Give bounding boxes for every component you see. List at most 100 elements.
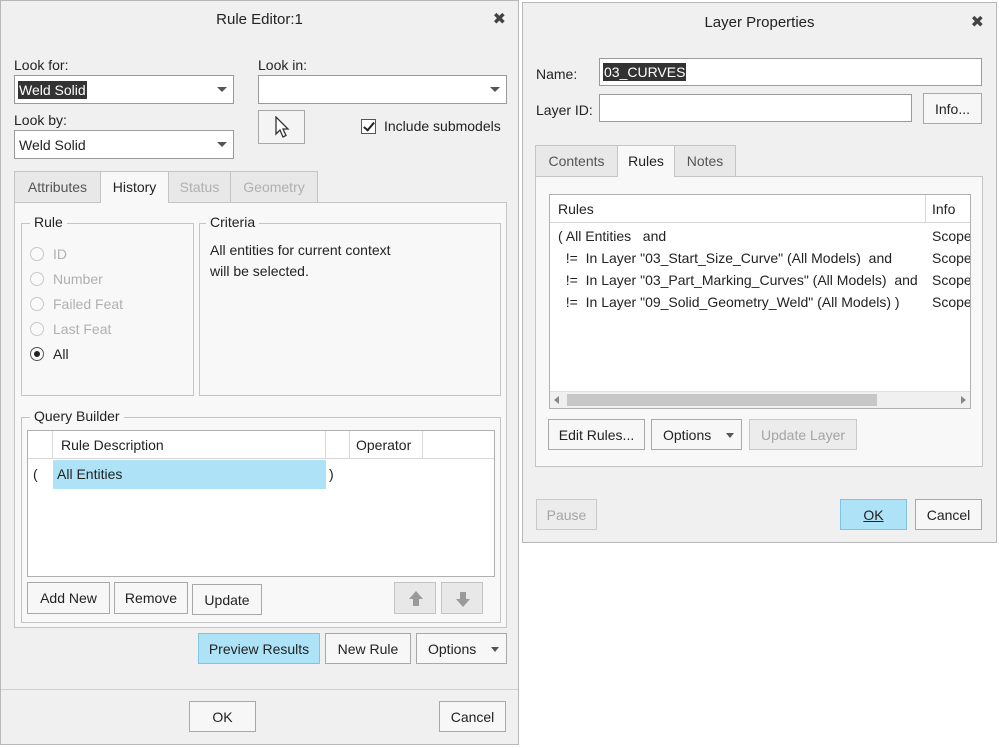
rule-editor-dialog: Rule Editor:1 ✖ Look for: Weld Solid Loo… bbox=[0, 0, 519, 745]
layer-properties-titlebar: Layer Properties ✖ bbox=[523, 3, 996, 43]
scrollbar-thumb[interactable] bbox=[567, 394, 877, 406]
options-label: Options bbox=[428, 640, 477, 657]
add-new-button[interactable]: Add New bbox=[27, 582, 110, 614]
query-table-header: Rule Description Operator bbox=[28, 431, 494, 459]
tab-notes[interactable]: Notes bbox=[674, 145, 736, 176]
ok-button[interactable]: OK bbox=[189, 701, 256, 732]
radio-label: Last Feat bbox=[53, 321, 112, 337]
layer-id-input[interactable] bbox=[599, 94, 912, 122]
rule-cell: ( All Entities and bbox=[558, 228, 667, 244]
close-icon[interactable]: ✖ bbox=[493, 1, 506, 39]
chevron-down-icon[interactable] bbox=[211, 131, 233, 158]
table-row[interactable]: != In Layer "03_Part_Marking_Curves" (Al… bbox=[550, 269, 970, 291]
query-builder-group: Query Builder Rule Description Operator … bbox=[21, 408, 501, 623]
column-header-info: Info bbox=[932, 201, 956, 217]
radio-label: Number bbox=[53, 271, 103, 287]
tab-rules[interactable]: Rules bbox=[617, 145, 675, 177]
rule-group-title: Rule bbox=[30, 214, 67, 230]
close-paren: ) bbox=[329, 466, 334, 482]
rule-editor-titlebar: Rule Editor:1 ✖ bbox=[1, 1, 518, 39]
look-by-value: Weld Solid bbox=[19, 137, 86, 153]
new-rule-button[interactable]: New Rule bbox=[325, 633, 411, 664]
query-table: Rule Description Operator ( All Entities… bbox=[27, 430, 495, 577]
column-header-rule-description: Rule Description bbox=[53, 431, 326, 459]
table-row[interactable]: ( All Entities and Scope bbox=[550, 225, 970, 247]
tab-notes-label: Notes bbox=[686, 153, 724, 169]
column-header-blank bbox=[28, 431, 53, 459]
close-icon[interactable]: ✖ bbox=[971, 3, 984, 43]
table-row[interactable]: ( All Entities ) bbox=[28, 460, 494, 489]
cancel-button[interactable]: Cancel bbox=[439, 701, 506, 732]
arrow-down-icon bbox=[456, 592, 470, 607]
radio-label: Failed Feat bbox=[53, 296, 124, 312]
look-for-select[interactable]: Weld Solid bbox=[14, 75, 234, 104]
rule-editor-title: Rule Editor:1 bbox=[216, 11, 303, 28]
name-input[interactable]: 03_CURVES bbox=[599, 58, 982, 86]
cancel-label: Cancel bbox=[926, 506, 971, 523]
ok-label: OK bbox=[863, 506, 884, 523]
criteria-group-title: Criteria bbox=[206, 214, 260, 230]
tab-status[interactable]: Status bbox=[168, 171, 231, 202]
radio-number[interactable]: Number bbox=[30, 269, 103, 289]
tab-contents[interactable]: Contents bbox=[535, 145, 618, 176]
radio-last-feat[interactable]: Last Feat bbox=[30, 319, 111, 339]
radio-id[interactable]: ID bbox=[30, 244, 67, 264]
chevron-down-icon[interactable] bbox=[211, 76, 233, 103]
criteria-text-line1: All entities for current context bbox=[210, 242, 391, 258]
tab-history-label: History bbox=[112, 179, 157, 195]
look-by-label: Look by: bbox=[14, 112, 67, 128]
rules-table-header: Rules Info bbox=[550, 195, 970, 223]
horizontal-scrollbar[interactable] bbox=[550, 391, 970, 408]
remove-button[interactable]: Remove bbox=[114, 582, 188, 614]
scroll-right-icon[interactable] bbox=[961, 396, 966, 404]
chevron-down-icon[interactable] bbox=[484, 76, 506, 103]
radio-label: All bbox=[53, 346, 69, 362]
pause-button[interactable]: Pause bbox=[536, 499, 597, 530]
select-pointer-button[interactable] bbox=[258, 110, 305, 144]
preview-results-button[interactable]: Preview Results bbox=[198, 633, 320, 664]
scroll-left-icon[interactable] bbox=[554, 396, 559, 404]
move-up-button[interactable] bbox=[394, 582, 436, 614]
open-paren: ( bbox=[33, 466, 38, 482]
layer-properties-title: Layer Properties bbox=[704, 14, 815, 31]
info-cell: Scope bbox=[932, 294, 970, 310]
name-label: Name: bbox=[536, 66, 578, 82]
name-value: 03_CURVES bbox=[603, 63, 687, 81]
cursor-arrow-icon bbox=[274, 116, 290, 138]
info-button[interactable]: Info... bbox=[923, 93, 982, 124]
include-submodels-label: Include submodels bbox=[384, 118, 501, 134]
rule-cell: != In Layer "09_Solid_Geometry_Weld" (Al… bbox=[558, 294, 900, 310]
radio-button[interactable] bbox=[30, 247, 44, 261]
look-in-select[interactable] bbox=[258, 75, 507, 104]
table-row[interactable]: != In Layer "09_Solid_Geometry_Weld" (Al… bbox=[550, 291, 970, 313]
chevron-down-icon bbox=[491, 647, 499, 652]
options-label: Options bbox=[663, 426, 712, 443]
move-down-button[interactable] bbox=[441, 582, 483, 614]
table-row[interactable]: != In Layer "03_Start_Size_Curve" (All M… bbox=[550, 247, 970, 269]
tab-history[interactable]: History bbox=[100, 171, 169, 203]
radio-failed-feat[interactable]: Failed Feat bbox=[30, 294, 123, 314]
radio-all[interactable]: All bbox=[30, 344, 69, 364]
criteria-text-line2: will be selected. bbox=[210, 263, 309, 279]
tab-attributes[interactable]: Attributes bbox=[14, 171, 101, 202]
tab-geometry-label: Geometry bbox=[243, 179, 305, 195]
info-cell: Scope bbox=[932, 272, 970, 288]
edit-rules-button[interactable]: Edit Rules... bbox=[548, 419, 645, 450]
look-by-select[interactable]: Weld Solid bbox=[14, 130, 234, 159]
layer-ok-button[interactable]: OK bbox=[840, 499, 907, 530]
update-button[interactable]: Update bbox=[192, 584, 262, 615]
layer-cancel-button[interactable]: Cancel bbox=[915, 499, 982, 530]
column-header-blank2 bbox=[326, 431, 350, 459]
radio-button-selected[interactable] bbox=[30, 347, 44, 361]
include-submodels-checkbox[interactable] bbox=[361, 119, 376, 134]
radio-button[interactable] bbox=[30, 272, 44, 286]
radio-button[interactable] bbox=[30, 322, 44, 336]
look-for-label: Look for: bbox=[14, 57, 69, 73]
radio-button[interactable] bbox=[30, 297, 44, 311]
column-header-operator: Operator bbox=[350, 431, 423, 459]
tab-geometry[interactable]: Geometry bbox=[230, 171, 318, 202]
layer-options-button[interactable]: Options bbox=[651, 419, 742, 450]
update-layer-button[interactable]: Update Layer bbox=[749, 419, 857, 450]
rule-description-cell[interactable]: All Entities bbox=[53, 460, 326, 489]
options-button[interactable]: Options bbox=[416, 633, 507, 664]
